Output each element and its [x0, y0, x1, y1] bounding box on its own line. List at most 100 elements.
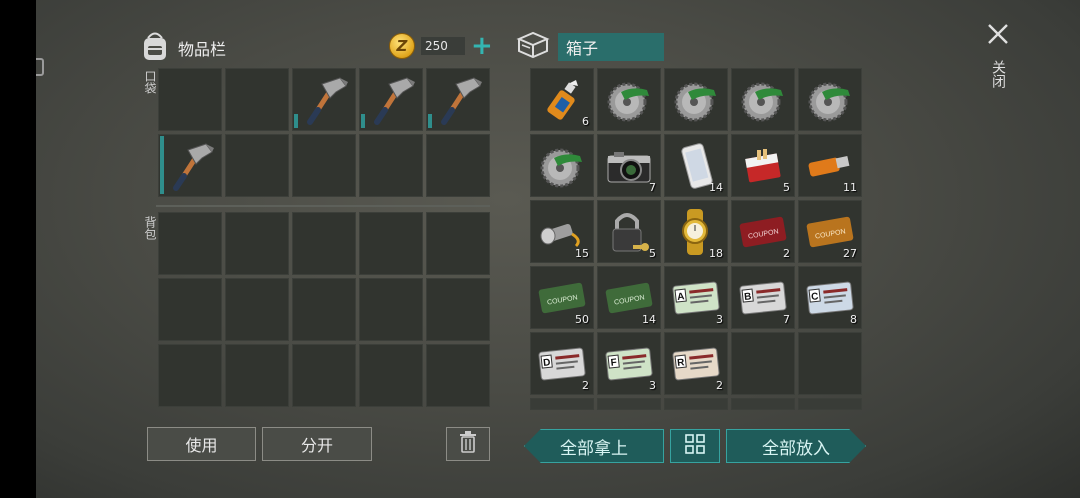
system-back-indicator: [36, 58, 44, 76]
item-quantity: 2: [582, 379, 589, 392]
durability-bar: [361, 114, 365, 128]
put-all-button[interactable]: 全部放入: [726, 429, 866, 463]
item-quantity: 18: [709, 247, 723, 260]
survival-coupon-icon: COUPON: [804, 214, 856, 250]
slot-combat-coupon[interactable]: COUPON 2: [731, 200, 795, 263]
slot-smartphone[interactable]: 14: [664, 134, 728, 197]
empty-slot[interactable]: [225, 68, 289, 131]
backpack-slot[interactable]: [359, 344, 423, 407]
saw-blade-icon: [737, 74, 789, 126]
army-card-a-icon: A: [670, 278, 722, 318]
slot-padlock[interactable]: 5: [597, 200, 661, 263]
add-currency-button[interactable]: +: [471, 33, 493, 59]
svg-text:F: F: [610, 357, 617, 369]
empty-slot[interactable]: [292, 134, 356, 197]
camera-icon: [604, 144, 654, 188]
backpack-slot[interactable]: [158, 278, 222, 341]
usb-drive-icon: [805, 151, 855, 181]
slot-hammer[interactable]: [426, 68, 490, 131]
slot-hammer[interactable]: [359, 68, 423, 131]
take-all-button[interactable]: 全部拿上: [524, 429, 664, 463]
box-title: 箱子: [558, 33, 664, 61]
ration-coupon-icon: COUPON: [603, 280, 655, 316]
backpack-slot[interactable]: [225, 212, 289, 275]
box-slot-partial[interactable]: [530, 398, 594, 410]
backpack-slot[interactable]: [158, 212, 222, 275]
grid-sort-icon: [685, 433, 705, 459]
slot-saw-blade[interactable]: [530, 134, 594, 197]
durability-bar: [160, 136, 164, 194]
slot-army-card-d[interactable]: D 2: [530, 332, 594, 395]
box-slot-partial[interactable]: [597, 398, 661, 410]
slot-saw-blade[interactable]: [597, 68, 661, 131]
backpack-slot[interactable]: [225, 344, 289, 407]
slot-army-card-c[interactable]: C 8: [798, 266, 862, 329]
saw-blade-icon: [536, 140, 588, 192]
close-control[interactable]: 关闭: [986, 22, 1010, 88]
backpack-slot[interactable]: [359, 278, 423, 341]
slot-saw-blade[interactable]: [731, 68, 795, 131]
empty-slot[interactable]: [426, 134, 490, 197]
slot-glue[interactable]: 6: [530, 68, 594, 131]
split-button[interactable]: 分开: [262, 427, 372, 461]
use-button[interactable]: 使用: [147, 427, 256, 461]
currency-value: 250: [421, 37, 465, 55]
item-quantity: 3: [716, 313, 723, 326]
slot-hammer[interactable]: [158, 134, 222, 197]
saw-blade-icon: [603, 74, 655, 126]
slot-saw-blade[interactable]: [664, 68, 728, 131]
pocket-label: 口袋: [143, 70, 157, 94]
flashlight-icon: [536, 214, 588, 250]
svg-text:B: B: [744, 291, 752, 303]
saw-blade-icon: [804, 74, 856, 126]
backpack-slot[interactable]: [292, 278, 356, 341]
empty-slot[interactable]: [359, 134, 423, 197]
slot-hammer[interactable]: [292, 68, 356, 131]
item-quantity: 6: [582, 115, 589, 128]
slot-ration-coupon[interactable]: COUPON 14: [597, 266, 661, 329]
empty-slot[interactable]: [798, 332, 862, 395]
slot-army-card-f[interactable]: F 3: [597, 332, 661, 395]
slot-ration-coupon[interactable]: COUPON 50: [530, 266, 594, 329]
slot-saw-blade[interactable]: [798, 68, 862, 131]
backpack-slot[interactable]: [225, 278, 289, 341]
durability-bar: [294, 114, 298, 128]
box-slot-partial[interactable]: [664, 398, 728, 410]
backpack-slot[interactable]: [292, 344, 356, 407]
backpack-slot[interactable]: [426, 344, 490, 407]
close-x-icon[interactable]: [986, 22, 1010, 50]
army-card-r-icon: R: [670, 344, 722, 384]
empty-slot[interactable]: [158, 68, 222, 131]
inventory-header: 物品栏: [140, 30, 226, 66]
empty-slot[interactable]: [225, 134, 289, 197]
sort-button[interactable]: [670, 429, 720, 463]
slot-cigarettes[interactable]: 5: [731, 134, 795, 197]
trash-button[interactable]: [446, 427, 490, 461]
slot-army-card-r[interactable]: R 2: [664, 332, 728, 395]
box-slot-partial[interactable]: [731, 398, 795, 410]
padlock-icon: [607, 207, 651, 257]
backpack-slot[interactable]: [359, 212, 423, 275]
slot-army-card-b[interactable]: B 7: [731, 266, 795, 329]
slot-camera[interactable]: 7: [597, 134, 661, 197]
slot-survival-coupon[interactable]: COUPON 27: [798, 200, 862, 263]
item-quantity: 5: [649, 247, 656, 260]
box-slot-partial[interactable]: [798, 398, 862, 410]
empty-slot[interactable]: [731, 332, 795, 395]
slot-flashlight[interactable]: 15: [530, 200, 594, 263]
combat-coupon-icon: COUPON: [737, 214, 789, 250]
slot-army-card-a[interactable]: A 3: [664, 266, 728, 329]
backpack-slot[interactable]: [158, 344, 222, 407]
slot-gold-watch[interactable]: 18: [664, 200, 728, 263]
pocket-grid: [158, 68, 490, 197]
svg-text:D: D: [543, 357, 551, 369]
item-quantity: 15: [575, 247, 589, 260]
backpack-slot[interactable]: [292, 212, 356, 275]
item-quantity: 3: [649, 379, 656, 392]
box-grid: 6 7 14 5 11 15 5 18 COUPON 2 COUPON 27 C…: [530, 68, 862, 410]
backpack-icon: [140, 30, 170, 66]
backpack-slot[interactable]: [426, 278, 490, 341]
trash-icon: [459, 431, 477, 457]
slot-usb-drive[interactable]: 11: [798, 134, 862, 197]
backpack-slot[interactable]: [426, 212, 490, 275]
